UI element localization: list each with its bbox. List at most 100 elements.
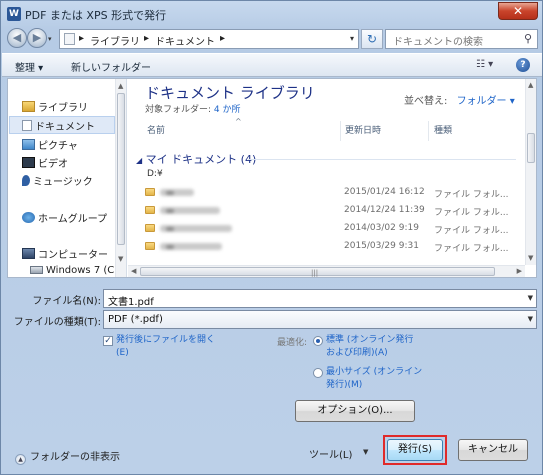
filetype-value: PDF (*.pdf) bbox=[108, 314, 163, 325]
cancel-button[interactable]: キャンセル bbox=[458, 439, 528, 461]
nav-item-videos[interactable]: ビデオ bbox=[22, 155, 68, 170]
breadcrumb-separator-icon[interactable]: ▸ bbox=[220, 33, 225, 44]
library-title: ドキュメント ライブラリ bbox=[145, 84, 315, 102]
filename-label: ファイル名(N): bbox=[32, 296, 101, 307]
grip-icon: ||| bbox=[311, 269, 319, 277]
column-header-date[interactable]: 更新日時 bbox=[345, 123, 381, 136]
list-item[interactable]: 2015/03/29 9:31 ファイル フォル... bbox=[145, 239, 517, 256]
folder-icon bbox=[145, 206, 155, 214]
filename-field[interactable]: 文書1.pdf ▼ bbox=[103, 289, 537, 308]
standard-radio[interactable] bbox=[313, 336, 323, 346]
file-list-scrollbar[interactable]: ▲ ▼ bbox=[525, 79, 536, 265]
file-list-horizontal-scrollbar[interactable]: ◀ ||| ▶ bbox=[128, 265, 525, 277]
minimum-line2: 発行)(M) bbox=[326, 380, 363, 390]
row-type: ファイル フォル... bbox=[434, 244, 509, 254]
row-type: ファイル フォル... bbox=[434, 208, 509, 218]
scroll-up-icon[interactable]: ▲ bbox=[528, 81, 533, 89]
word-app-icon: W bbox=[7, 7, 21, 21]
nav-label-pictures: ピクチャ bbox=[38, 141, 78, 152]
scroll-up-icon[interactable]: ▲ bbox=[118, 82, 123, 90]
view-options-icon[interactable]: ☷ ▾ bbox=[476, 59, 493, 70]
column-divider[interactable] bbox=[340, 121, 341, 141]
standard-line1: 標準 (オンライン発行 bbox=[326, 335, 414, 345]
standard-option-label[interactable]: 標準 (オンライン発行 および印刷)(A) bbox=[326, 334, 413, 360]
videos-icon bbox=[22, 157, 35, 168]
nav-pane-scrollbar[interactable]: ▲ ▼ bbox=[115, 79, 126, 277]
nav-label-music: ミュージック bbox=[33, 177, 93, 188]
standard-line2: および印刷)(A) bbox=[326, 348, 388, 358]
address-dropdown-icon[interactable]: ▾ bbox=[350, 34, 354, 43]
list-item[interactable]: 2014/03/02 9:19 ファイル フォル... bbox=[145, 221, 517, 238]
pictures-icon bbox=[22, 139, 35, 150]
arrange-by: 並べ替え: フォルダー ▾ bbox=[404, 92, 515, 107]
folder-icon bbox=[145, 242, 155, 250]
list-item[interactable]: 2014/12/24 11:39 ファイル フォル... bbox=[145, 203, 517, 220]
breadcrumb-separator-icon[interactable]: ▸ bbox=[79, 33, 84, 44]
nav-item-documents[interactable]: ドキュメント bbox=[22, 118, 95, 133]
breadcrumb-libraries[interactable]: ライブラリ bbox=[90, 33, 140, 48]
recent-pages-chevron-icon[interactable]: ▾ bbox=[48, 35, 52, 43]
row-type: ファイル フォル... bbox=[434, 190, 509, 200]
arrange-dropdown[interactable]: フォルダー ▾ bbox=[457, 96, 515, 107]
row-date: 2014/12/24 11:39 bbox=[344, 205, 425, 215]
tools-button[interactable]: ツール(L) bbox=[309, 446, 352, 461]
filename-dropdown-icon[interactable]: ▼ bbox=[528, 294, 533, 302]
nav-item-computer[interactable]: コンピューター bbox=[22, 246, 108, 261]
breadcrumb-separator-icon[interactable]: ▸ bbox=[144, 33, 149, 44]
row-date: 2015/01/24 16:12 bbox=[344, 187, 425, 197]
address-bar[interactable]: ▸ ライブラリ ▸ ドキュメント ▸ ▾ bbox=[59, 29, 359, 49]
minimum-size-radio[interactable] bbox=[313, 368, 323, 378]
redacted-folder-name bbox=[160, 225, 232, 232]
help-icon[interactable]: ? bbox=[516, 58, 530, 72]
close-button[interactable]: ✕ bbox=[498, 2, 538, 20]
refresh-button[interactable]: ↻ bbox=[361, 29, 383, 49]
list-item[interactable]: 2015/01/24 16:12 ファイル フォル... bbox=[145, 185, 517, 202]
scroll-left-icon[interactable]: ◀ bbox=[131, 267, 136, 275]
hide-folders-label: フォルダーの非表示 bbox=[30, 452, 120, 463]
filetype-dropdown-icon[interactable]: ▼ bbox=[528, 315, 533, 323]
search-placeholder: ドキュメントの検索 bbox=[393, 37, 483, 48]
open-after-publish-checkbox[interactable]: ✓ bbox=[103, 336, 113, 346]
column-header-name[interactable]: 名前 bbox=[147, 123, 165, 136]
target-folders-label: 対象フォルダー: bbox=[145, 105, 212, 115]
nav-item-music[interactable]: ミュージック bbox=[22, 173, 93, 188]
minimum-size-option-label[interactable]: 最小サイズ (オンライン 発行)(M) bbox=[326, 366, 422, 392]
search-icon[interactable]: ⚲ bbox=[524, 32, 532, 45]
filetype-select[interactable]: PDF (*.pdf) ▼ bbox=[103, 310, 537, 329]
collapse-group-icon[interactable]: ◢ bbox=[136, 156, 142, 165]
nav-item-pictures[interactable]: ピクチャ bbox=[22, 137, 78, 152]
group-divider bbox=[248, 159, 516, 160]
browser-content: ライブラリ ドキュメント ピクチャ ビデオ ミュージック ホームグループ コンピ… bbox=[7, 78, 537, 278]
forward-button[interactable]: ▶ bbox=[27, 28, 47, 48]
row-date: 2015/03/29 9:31 bbox=[344, 241, 419, 251]
column-header-type[interactable]: 種類 bbox=[434, 123, 452, 136]
nav-item-libraries[interactable]: ライブラリ bbox=[22, 99, 88, 114]
breadcrumb-documents[interactable]: ドキュメント bbox=[155, 33, 215, 48]
target-folders-link[interactable]: 4 か所 bbox=[214, 105, 241, 115]
search-input[interactable]: ドキュメントの検索 ⚲ bbox=[385, 29, 538, 49]
nav-item-drive[interactable]: Windows 7 (C:) bbox=[30, 265, 122, 276]
file-list-scroll-thumb[interactable] bbox=[527, 133, 535, 163]
filename-value: 文書1.pdf bbox=[108, 297, 154, 308]
hide-folders-toggle[interactable]: ▲ フォルダーの非表示 bbox=[15, 448, 120, 465]
organize-button[interactable]: 整理 ▾ bbox=[15, 59, 43, 74]
nav-label-drive: Windows 7 (C:) bbox=[46, 265, 122, 276]
open-after-publish-label[interactable]: 発行後にファイルを開く (E) bbox=[116, 334, 215, 360]
nav-pane-scroll-thumb[interactable] bbox=[117, 93, 125, 245]
library-location-icon bbox=[64, 33, 75, 45]
music-icon bbox=[22, 175, 30, 186]
nav-item-homegroup[interactable]: ホームグループ bbox=[22, 210, 107, 225]
scroll-down-icon[interactable]: ▼ bbox=[528, 254, 533, 262]
options-button[interactable]: オプション(O)... bbox=[295, 400, 415, 422]
group-header[interactable]: ◢ マイ ドキュメント (4) bbox=[136, 151, 256, 167]
nav-label-homegroup: ホームグループ bbox=[38, 214, 108, 225]
back-button[interactable]: ◀ bbox=[7, 28, 27, 48]
horizontal-scroll-thumb[interactable]: ||| bbox=[140, 267, 495, 277]
column-divider[interactable] bbox=[428, 121, 429, 141]
tools-dropdown-icon[interactable]: ▼ bbox=[363, 448, 368, 456]
new-folder-button[interactable]: 新しいフォルダー bbox=[71, 59, 151, 74]
scroll-right-icon[interactable]: ▶ bbox=[517, 267, 522, 275]
scroll-down-icon[interactable]: ▼ bbox=[118, 255, 123, 263]
optimize-label: 最適化: bbox=[277, 338, 308, 348]
publish-button[interactable]: 発行(S) bbox=[387, 439, 443, 461]
